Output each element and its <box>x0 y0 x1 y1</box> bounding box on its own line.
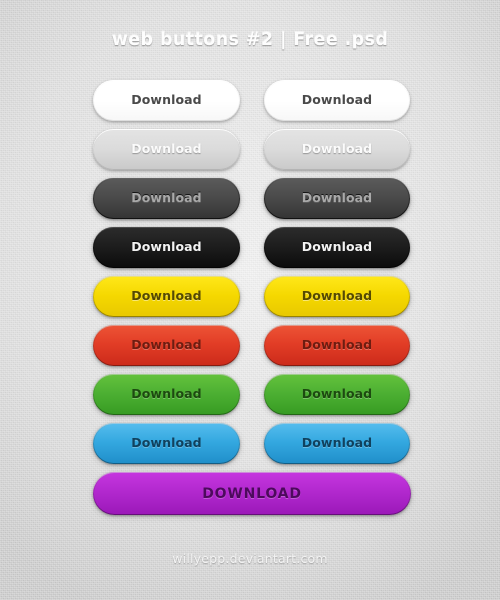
download-button-red-left[interactable]: Download <box>93 325 240 366</box>
button-row-wide: DOWNLOAD <box>93 472 411 524</box>
download-button-white-right[interactable]: Download <box>264 80 410 121</box>
download-button-silver-left[interactable]: Download <box>93 129 240 170</box>
footer-credit: willyepp.deviantart.com <box>172 551 328 566</box>
button-label: DOWNLOAD <box>202 485 302 502</box>
button-label: Download <box>131 239 202 255</box>
button-label: Download <box>301 190 373 206</box>
download-button-gray-left[interactable]: Download <box>93 178 240 219</box>
button-label: Download <box>131 190 202 206</box>
download-button-green-left[interactable]: Download <box>93 374 240 415</box>
download-button-blue-right[interactable]: Download <box>264 423 410 464</box>
button-label: Download <box>301 337 373 353</box>
button-label: Download <box>301 239 373 255</box>
download-button-yellow-left[interactable]: Download <box>93 276 240 317</box>
button-label: Download <box>131 435 202 451</box>
button-label: Download <box>301 92 373 108</box>
button-label: Download <box>301 288 373 304</box>
download-button-silver-right[interactable]: Download <box>264 129 410 170</box>
button-row: Download Download <box>93 129 411 178</box>
button-row: Download Download <box>93 423 411 472</box>
download-button-yellow-right[interactable]: Download <box>264 276 410 317</box>
button-label: Download <box>131 141 202 157</box>
download-button-purple-wide[interactable]: DOWNLOAD <box>93 472 411 515</box>
download-button-black-left[interactable]: Download <box>93 227 240 268</box>
download-button-green-right[interactable]: Download <box>264 374 410 415</box>
button-row: Download Download <box>93 374 411 423</box>
button-label: Download <box>131 92 202 108</box>
button-row: Download Download <box>93 80 411 129</box>
download-button-white-left[interactable]: Download <box>93 80 240 121</box>
page-title: web buttons #2 | Free .psd <box>111 30 389 50</box>
button-row: Download Download <box>93 178 411 227</box>
button-label: Download <box>301 141 373 157</box>
button-row: Download Download <box>93 227 411 276</box>
button-label: Download <box>131 337 202 353</box>
button-label: Download <box>301 386 373 402</box>
button-grid: Download Download Download Download Down… <box>93 80 411 524</box>
download-button-gray-right[interactable]: Download <box>264 178 410 219</box>
button-showcase-canvas: web buttons #2 | Free .psd Download Down… <box>0 0 500 600</box>
download-button-red-right[interactable]: Download <box>264 325 410 366</box>
button-label: Download <box>131 386 202 402</box>
download-button-black-right[interactable]: Download <box>264 227 410 268</box>
button-label: Download <box>301 435 373 451</box>
button-row: Download Download <box>93 276 411 325</box>
button-row: Download Download <box>93 325 411 374</box>
button-label: Download <box>131 288 202 304</box>
download-button-blue-left[interactable]: Download <box>93 423 240 464</box>
